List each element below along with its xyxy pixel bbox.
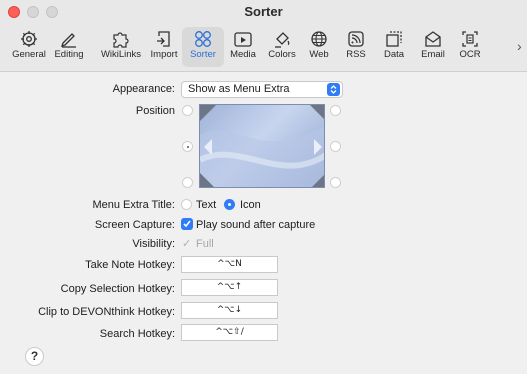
- tab-general[interactable]: General: [8, 27, 50, 67]
- tab-web[interactable]: Web: [298, 27, 340, 67]
- tab-editing-label: Editing: [54, 49, 84, 60]
- tab-editing[interactable]: Editing: [48, 27, 90, 67]
- appearance-select-value: Show as Menu Extra: [188, 83, 290, 95]
- data-icon: [386, 31, 402, 47]
- screen-preview-graphic: [200, 105, 324, 187]
- visibility-label: Visibility:: [132, 238, 175, 250]
- position-radio-left[interactable]: [182, 141, 193, 152]
- tab-media[interactable]: Media: [222, 27, 264, 67]
- screen-capture-option-label: Play sound after capture: [196, 219, 316, 231]
- position-radio-top-left[interactable]: [182, 105, 193, 116]
- rss-icon: [348, 31, 364, 47]
- checkmark-icon: [183, 220, 191, 228]
- position-label: Position: [135, 105, 175, 117]
- screen-position-preview: [199, 104, 325, 188]
- take-note-hotkey-field[interactable]: ^⌥N: [181, 256, 278, 273]
- tab-wikilinks-label: WikiLinks: [100, 49, 142, 60]
- preferences-window: Sorter General Editing WikiLinks Import …: [0, 0, 527, 374]
- clip-to-devonthink-hotkey-label: Clip to DEVONthink Hotkey:: [38, 306, 175, 318]
- chevron-updown-icon: [327, 83, 340, 96]
- import-icon: [157, 31, 170, 47]
- gear-icon: [21, 31, 37, 47]
- help-button[interactable]: ?: [25, 347, 44, 366]
- envelope-icon: [425, 31, 441, 47]
- tab-wikilinks[interactable]: WikiLinks: [95, 27, 147, 67]
- search-hotkey-label: Search Hotkey:: [99, 328, 175, 340]
- appearance-label: Appearance:: [112, 83, 175, 95]
- take-note-hotkey-label: Take Note Hotkey:: [85, 259, 175, 271]
- screen-capture-label: Screen Capture:: [94, 219, 175, 231]
- tab-sorter-label: Sorter: [190, 49, 216, 60]
- position-radio-right[interactable]: [330, 141, 341, 152]
- tab-colors-label: Colors: [268, 49, 296, 60]
- copy-selection-hotkey-label: Copy Selection Hotkey:: [60, 283, 175, 295]
- copy-selection-hotkey-field[interactable]: ^⌥↑: [181, 279, 278, 296]
- visibility-option-label: Full: [196, 238, 214, 250]
- ocr-icon: [462, 31, 478, 47]
- tab-general-label: General: [12, 49, 46, 60]
- position-radio-bottom-right[interactable]: [330, 177, 341, 188]
- tab-import-label: Import: [150, 49, 178, 60]
- menu-extra-icon-label: Icon: [240, 199, 261, 211]
- appearance-select[interactable]: Show as Menu Extra: [181, 81, 343, 98]
- tab-rss-label: RSS: [346, 49, 366, 60]
- position-radio-top-right[interactable]: [330, 105, 341, 116]
- visibility-checkmark-icon: ✓: [182, 238, 192, 250]
- tab-ocr-label: OCR: [459, 49, 481, 60]
- tab-data-label: Data: [383, 49, 405, 60]
- tab-email[interactable]: Email: [412, 27, 454, 67]
- paint-bucket-icon: [275, 32, 290, 48]
- search-hotkey-field[interactable]: ^⌥⇧/: [181, 324, 278, 341]
- media-icon: [234, 32, 252, 47]
- tab-import[interactable]: Import: [143, 27, 185, 67]
- tab-sorter[interactable]: Sorter: [182, 27, 224, 67]
- window-title: Sorter: [244, 4, 283, 19]
- tab-media-label: Media: [230, 49, 256, 60]
- screen-capture-checkbox[interactable]: [181, 218, 193, 230]
- tab-data[interactable]: Data: [373, 27, 415, 67]
- puzzle-icon: [113, 32, 129, 48]
- preferences-toolbar: General Editing WikiLinks Import Sorter …: [0, 24, 527, 70]
- menu-extra-text-radio[interactable]: [181, 199, 192, 210]
- tab-web-label: Web: [309, 49, 329, 60]
- title-bar: Sorter General Editing WikiLinks Import …: [0, 0, 527, 72]
- tab-colors[interactable]: Colors: [261, 27, 303, 67]
- clip-to-devonthink-hotkey-field[interactable]: ^⌥↓: [181, 302, 278, 319]
- tab-rss[interactable]: RSS: [335, 27, 377, 67]
- tab-email-label: Email: [421, 49, 445, 60]
- toolbar-overflow-chevron-icon[interactable]: ›: [517, 38, 522, 54]
- pencil-icon: [60, 33, 76, 48]
- position-radio-bottom-left[interactable]: [182, 177, 193, 188]
- menu-extra-title-label: Menu Extra Title:: [92, 199, 175, 211]
- menu-extra-icon-radio[interactable]: [224, 199, 235, 210]
- sorter-icon: [195, 31, 211, 47]
- menu-extra-text-label: Text: [196, 199, 217, 211]
- tab-ocr[interactable]: OCR: [449, 27, 491, 67]
- globe-icon: [311, 31, 327, 47]
